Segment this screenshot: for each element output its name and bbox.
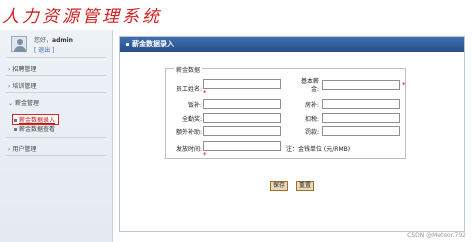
divider xyxy=(6,155,106,156)
avatar xyxy=(11,36,27,52)
divider xyxy=(6,75,106,76)
welcome-text: 您好，admin xyxy=(34,37,73,44)
required-mark: * xyxy=(402,81,406,89)
full-attendance-input[interactable] xyxy=(203,113,281,123)
save-button[interactable]: 保存 xyxy=(270,181,289,191)
username: admin xyxy=(52,37,73,44)
divider xyxy=(6,137,106,138)
employee-name-label: 员工姓名: xyxy=(175,86,202,93)
watermark: CSDN @Meteor.792 xyxy=(407,232,466,239)
full-attendance-label: 全勤奖: xyxy=(181,116,202,123)
housing-allowance-label: 房补: xyxy=(304,102,319,109)
header: 人力资源管理系统 xyxy=(0,0,474,30)
required-mark: * xyxy=(203,89,207,97)
base-salary-label: 基本薪 金: xyxy=(300,78,319,93)
chevron-right-icon: › xyxy=(8,146,11,153)
user-panel: 您好，admin [ 退出 ] xyxy=(6,34,106,54)
bullet-icon xyxy=(14,128,17,131)
reset-button[interactable]: 重置 xyxy=(296,181,315,191)
sidebar-item-training[interactable]: › 培训管理 xyxy=(8,81,36,90)
pay-date-input[interactable] xyxy=(203,141,281,151)
required-mark: * xyxy=(203,151,207,159)
chevron-right-icon: › xyxy=(8,66,11,73)
sidebar-item-users[interactable]: › 用户管理 xyxy=(8,144,36,153)
extra-allowance-label: 额外补助: xyxy=(175,129,202,136)
user-icon xyxy=(17,39,23,45)
housing-allowance-input[interactable] xyxy=(322,99,400,109)
pay-date-label: 发放时间: xyxy=(175,146,202,153)
sidebar-item-salary[interactable]: ⌄ 薪金管理 xyxy=(8,98,39,107)
logout-link[interactable]: [ 退出 ] xyxy=(34,45,55,54)
chevron-down-icon: ⌄ xyxy=(8,100,14,107)
deduction-label: 扣税: xyxy=(304,116,319,123)
page-title: 薪金数据录入 xyxy=(120,37,464,52)
sidebar-subitem-salary-query[interactable]: 薪金数据查看 xyxy=(14,124,55,133)
sidebar-item-recruit[interactable]: › 招聘管理 xyxy=(8,64,36,73)
employee-name-input[interactable] xyxy=(203,79,281,89)
penalty-input[interactable] xyxy=(322,126,400,136)
chevron-right-icon: › xyxy=(8,83,11,90)
salary-fieldset: 薪金数据 员工姓名: * 基本薪 金: * 饭补: 房补: 全勤奖: 扣税: 额外… xyxy=(165,65,406,159)
divider xyxy=(6,92,106,93)
currency-note: 注：金钱单位 (元/RMB) xyxy=(286,146,351,153)
penalty-label: 罚款: xyxy=(304,129,319,136)
fieldset-legend: 薪金数据 xyxy=(174,65,203,74)
main-panel: 薪金数据录入 薪金数据 员工姓名: * 基本薪 金: * 饭补: 房补: 全勤奖:… xyxy=(119,36,465,232)
divider xyxy=(6,57,106,58)
square-icon xyxy=(126,42,129,46)
meal-allowance-label: 饭补: xyxy=(187,102,202,109)
extra-allowance-input[interactable] xyxy=(203,126,281,136)
base-salary-input[interactable] xyxy=(322,80,400,90)
app-logo: 人力资源管理系统 xyxy=(2,7,162,27)
meal-allowance-input[interactable] xyxy=(203,99,281,109)
deduction-input[interactable] xyxy=(322,113,400,123)
bullet-icon xyxy=(14,119,17,122)
sidebar: 您好，admin [ 退出 ] › 招聘管理 › 培训管理 ⌄ 薪金管理 薪金数据录入… xyxy=(0,30,113,242)
